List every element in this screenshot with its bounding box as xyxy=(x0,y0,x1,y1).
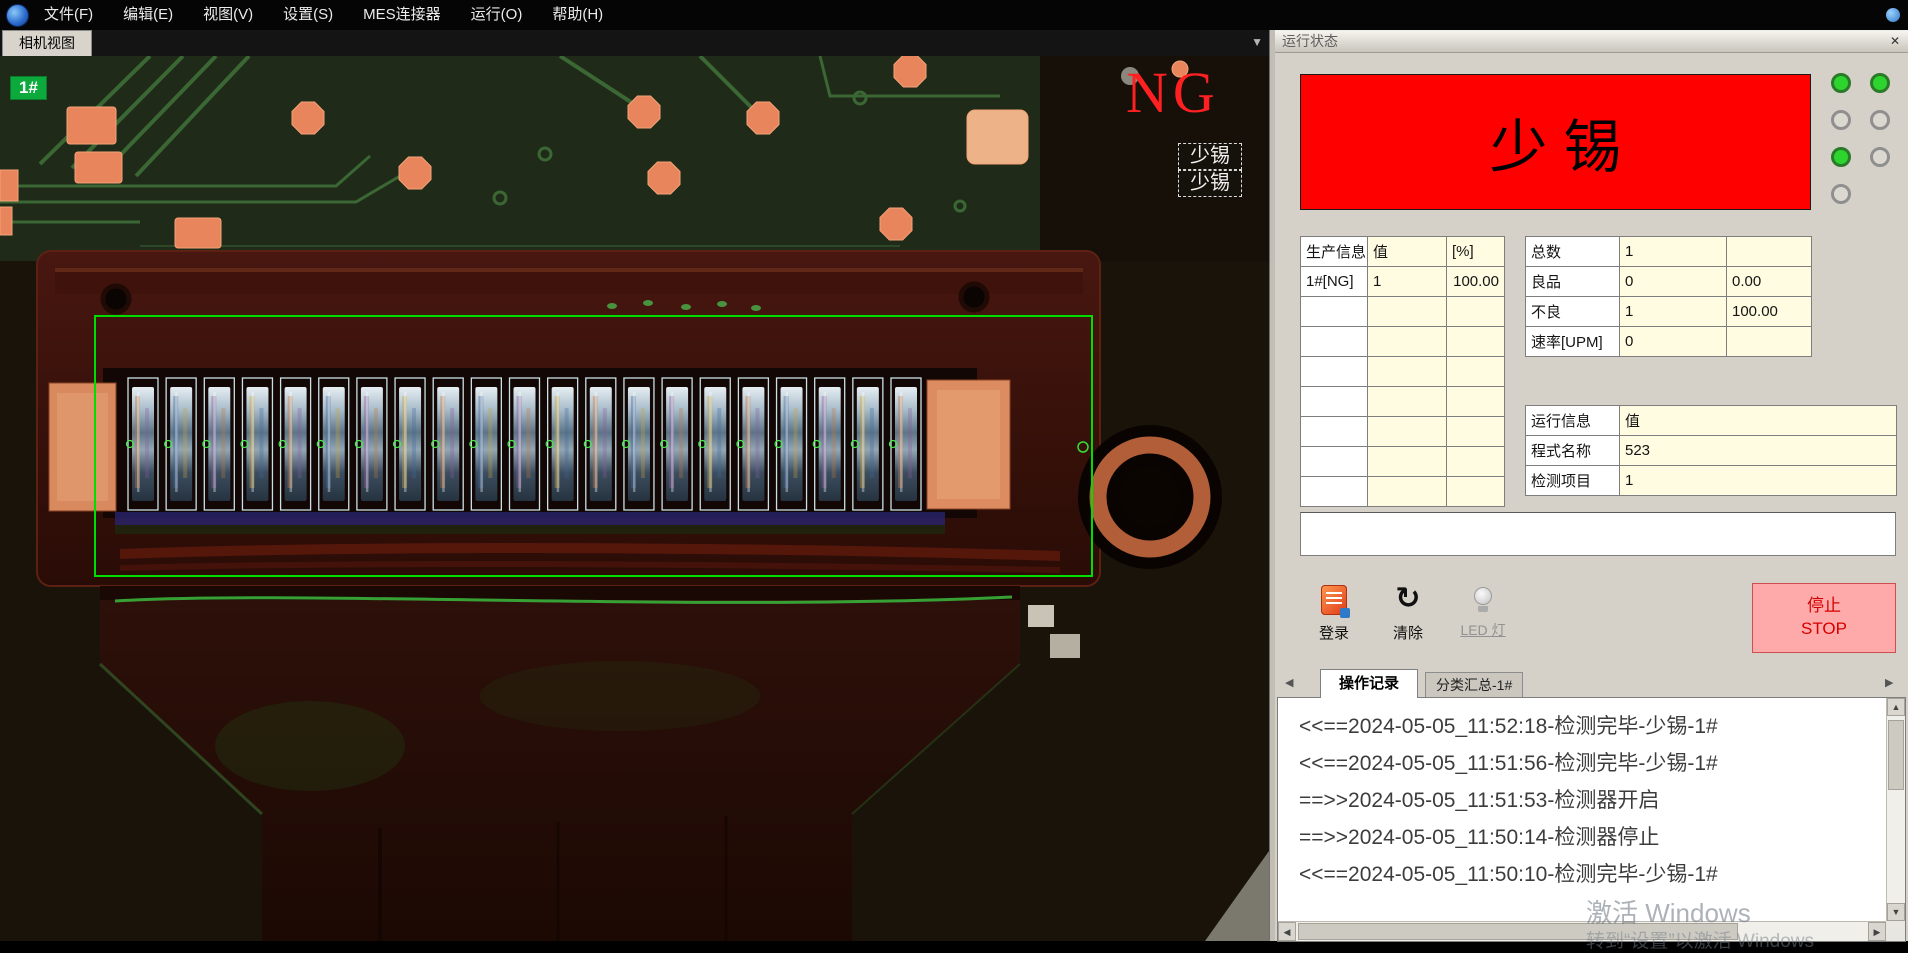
clear-label: 清除 xyxy=(1393,622,1423,643)
table-header-row: 生产信息 值 [%] xyxy=(1301,237,1505,267)
table-row: 良品 0 0.00 xyxy=(1526,267,1812,297)
cell: 1#[NG] xyxy=(1301,267,1368,297)
inspection-result-text: NG xyxy=(1126,64,1220,122)
status-indicators xyxy=(1831,73,1890,204)
table-row xyxy=(1301,357,1505,387)
tab-operation-log[interactable]: 操作记录 xyxy=(1320,669,1418,698)
scroll-down-icon[interactable]: ▼ xyxy=(1887,903,1905,921)
menu-mes-connector[interactable]: MES连接器 xyxy=(348,0,456,30)
menu-edit[interactable]: 编辑(E) xyxy=(108,0,188,30)
table-row xyxy=(1301,387,1505,417)
column-header: 运行信息 xyxy=(1526,406,1620,436)
cell: 1 xyxy=(1368,267,1447,297)
app-logo-icon xyxy=(6,4,29,27)
mounting-hole xyxy=(1078,425,1222,569)
alert-box: 少锡 xyxy=(1300,74,1811,210)
log-entry: <<==2024-05-05_11:50:10-检测完毕-少锡-1# xyxy=(1299,856,1886,893)
table-row: 不良 1 100.00 xyxy=(1526,297,1812,327)
login-button[interactable]: 登录 xyxy=(1301,583,1367,661)
message-box[interactable] xyxy=(1300,512,1896,556)
stop-button[interactable]: 停止 STOP xyxy=(1752,583,1896,653)
scroll-left-icon[interactable]: ◀ xyxy=(1278,922,1296,941)
led-light-button[interactable]: LED 灯 xyxy=(1450,583,1516,661)
table-row xyxy=(1301,477,1505,507)
panel-title: 运行状态 xyxy=(1275,31,1908,53)
production-table: 生产信息 值 [%] 1#[NG] 1 100.00 xyxy=(1300,236,1505,507)
camera-tab-bar: 相机视图 ▼ xyxy=(0,30,1269,56)
vertical-scroll-thumb[interactable] xyxy=(1888,720,1904,790)
tab-scroll-right-icon[interactable]: ▶ xyxy=(1885,676,1893,689)
indicator-light xyxy=(1831,73,1851,93)
led-bulb-base xyxy=(1478,606,1488,612)
indicator-light xyxy=(1870,110,1890,130)
run-status-panel: 运行状态 ✕ 少锡 生产信息 值 [%] 1#[NG] 1 100.00 xyxy=(1275,30,1908,941)
menu-file[interactable]: 文件(F) xyxy=(29,0,108,30)
column-header: 生产信息 xyxy=(1301,237,1368,267)
table-row: 速率[UPM] 0 xyxy=(1526,327,1812,357)
camera-view: 1# NG 少锡 少锡 xyxy=(0,56,1269,941)
scrollbar-corner xyxy=(1886,921,1905,941)
table-row: 程式名称 523 xyxy=(1526,436,1897,466)
led-bulb-icon xyxy=(1474,587,1492,605)
indicator-light xyxy=(1870,73,1890,93)
menu-settings[interactable]: 设置(S) xyxy=(268,0,348,30)
stop-label-en: STOP xyxy=(1801,618,1847,641)
camera-image xyxy=(0,56,1269,941)
scroll-up-icon[interactable]: ▲ xyxy=(1887,698,1905,716)
cell: 100.00 xyxy=(1447,267,1505,297)
log-entry: <<==2024-05-05_11:52:18-检测完毕-少锡-1# xyxy=(1299,708,1886,745)
table-row: 总数 1 xyxy=(1526,237,1812,267)
table-row xyxy=(1301,447,1505,477)
log-entry: ==>>2024-05-05_11:50:14-检测器停止 xyxy=(1299,819,1886,856)
operation-log-area: <<==2024-05-05_11:52:18-检测完毕-少锡-1# <<==2… xyxy=(1277,697,1906,942)
indicator-light xyxy=(1831,184,1851,204)
menu-view[interactable]: 视图(V) xyxy=(188,0,268,30)
menu-help[interactable]: 帮助(H) xyxy=(537,0,618,30)
tab-scroll-left-icon[interactable]: ◀ xyxy=(1285,676,1293,689)
column-header: [%] xyxy=(1447,237,1505,267)
login-label: 登录 xyxy=(1319,622,1349,643)
close-icon[interactable]: ✕ xyxy=(1887,34,1903,50)
log-list: <<==2024-05-05_11:52:18-检测完毕-少锡-1# <<==2… xyxy=(1278,698,1886,921)
scroll-right-icon[interactable]: ▶ xyxy=(1868,922,1886,941)
stop-label-cn: 停止 xyxy=(1807,595,1841,618)
tray-icon[interactable] xyxy=(1886,8,1900,22)
menu-run[interactable]: 运行(O) xyxy=(456,0,538,30)
log-entry: ==>>2024-05-05_11:51:53-检测器开启 xyxy=(1299,782,1886,819)
log-entry: <<==2024-05-05_11:51:56-检测完毕-少锡-1# xyxy=(1299,745,1886,782)
connector-body xyxy=(37,251,1100,586)
tab-camera-view[interactable]: 相机视图 xyxy=(2,30,92,56)
clear-icon: ↻ xyxy=(1395,583,1420,615)
table-row xyxy=(1301,327,1505,357)
tab-classification-summary[interactable]: 分类汇总-1# xyxy=(1425,672,1523,698)
menu-bar: 文件(F) 编辑(E) 视图(V) 设置(S) MES连接器 运行(O) 帮助(… xyxy=(0,0,1908,30)
table-row: 检测项目 1 xyxy=(1526,466,1897,496)
column-header: 值 xyxy=(1368,237,1447,267)
defect-tag: 少锡 xyxy=(1178,170,1242,197)
horizontal-scroll-thumb[interactable] xyxy=(1298,923,1738,940)
horizontal-scrollbar[interactable]: ◀ ▶ xyxy=(1278,921,1886,941)
table-row xyxy=(1301,417,1505,447)
column-header: 值 xyxy=(1620,406,1897,436)
clear-button[interactable]: ↻ 清除 xyxy=(1375,583,1441,661)
defect-tag: 少锡 xyxy=(1178,143,1242,170)
indicator-light xyxy=(1870,147,1890,167)
chevron-down-icon[interactable]: ▼ xyxy=(1251,35,1263,49)
led-label: LED 灯 xyxy=(1460,620,1505,640)
table-header-row: 运行信息 值 xyxy=(1526,406,1897,436)
table-row xyxy=(1301,297,1505,327)
table-row: 1#[NG] 1 100.00 xyxy=(1301,267,1505,297)
vertical-scrollbar[interactable]: ▲ ▼ xyxy=(1886,698,1905,921)
camera-id-badge: 1# xyxy=(10,76,47,100)
login-icon xyxy=(1321,585,1347,615)
indicator-light xyxy=(1831,147,1851,167)
statistics-table: 总数 1 良品 0 0.00 不良 1 100.00 速率[UPM] 0 xyxy=(1525,236,1812,357)
indicator-light xyxy=(1831,110,1851,130)
run-info-table: 运行信息 值 程式名称 523 检测项目 1 xyxy=(1525,405,1897,496)
